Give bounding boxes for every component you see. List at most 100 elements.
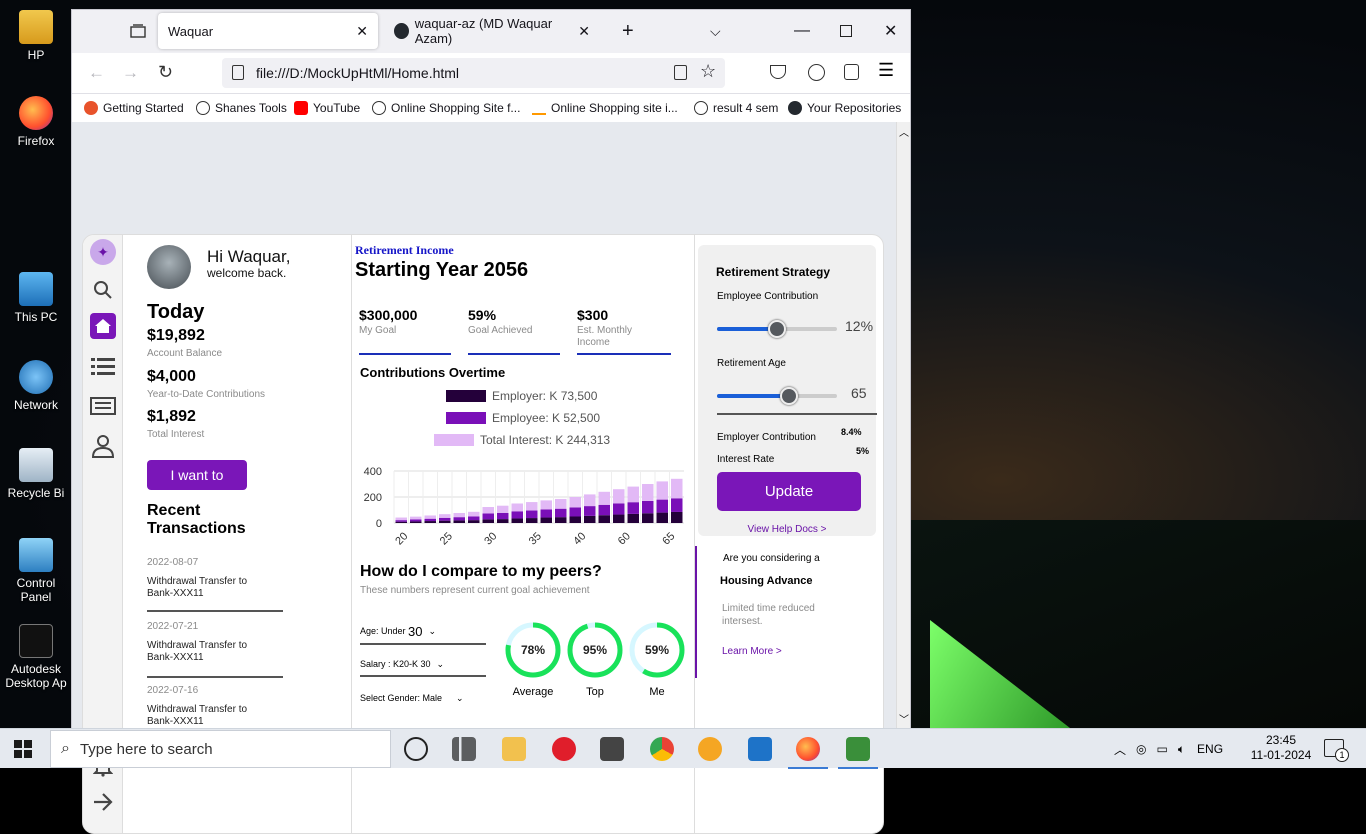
recent-transactions-title: Recent Transactions (147, 502, 246, 537)
gender-select-label: Select Gender: Male (360, 693, 443, 703)
bookmark-repositories[interactable]: Your Repositories (788, 101, 901, 115)
minimize-button[interactable]: — (784, 13, 820, 49)
menu-hamburger-icon[interactable]: ☰ (878, 60, 894, 81)
chart-bar-employee (424, 518, 436, 522)
desktop-icon-hp[interactable]: HP (0, 10, 72, 62)
legend-employee: Employee: K 52,500 (446, 411, 600, 425)
control-panel-icon (19, 538, 53, 572)
windows-start-icon[interactable] (14, 740, 32, 758)
file-explorer-icon[interactable] (502, 737, 526, 761)
desktop-icon-network[interactable]: Network (0, 360, 72, 412)
scroll-down-icon[interactable]: ﹀ (899, 711, 909, 726)
transaction-item[interactable]: 2022-07-21 Withdrawal Transfer to Bank-X… (147, 621, 283, 678)
bookmark-shanes-tools[interactable]: Shanes Tools (196, 101, 287, 115)
maximize-button[interactable] (830, 13, 862, 49)
browser-app-icon[interactable] (698, 737, 722, 761)
volume-icon[interactable]: 🔈︎ (1178, 742, 1185, 757)
clock[interactable]: 23:45 11-01-2024 (1250, 733, 1312, 763)
firefox-taskbar-icon[interactable] (796, 737, 820, 761)
battery-icon[interactable]: ▭ (1157, 742, 1168, 756)
page-scrollbar[interactable]: ︿ ﹀ (896, 122, 910, 728)
language-indicator[interactable]: ENG (1197, 742, 1223, 756)
reader-view-icon[interactable] (674, 65, 687, 80)
clock-time: 23:45 (1265, 733, 1297, 747)
i-want-to-button[interactable]: I want to (147, 460, 247, 490)
newspaper-icon[interactable] (90, 393, 116, 419)
new-tab-button[interactable]: + (612, 13, 644, 49)
extensions-icon[interactable] (844, 64, 859, 80)
learn-more-link[interactable]: Learn More > (722, 646, 782, 657)
close-window-button[interactable]: ✕ (874, 13, 907, 49)
retirement-income-kicker: Retirement Income (355, 243, 454, 257)
arrow-right-icon-svg (94, 793, 113, 811)
pocket-icon[interactable] (770, 65, 786, 79)
view-help-docs-link[interactable]: View Help Docs > (698, 524, 876, 535)
opera-icon[interactable] (552, 737, 576, 761)
task-view-icon[interactable] (452, 737, 476, 761)
store-icon[interactable] (600, 737, 624, 761)
subgreeting-text: welcome back. (207, 266, 287, 280)
account-icon[interactable] (808, 64, 825, 81)
search-icon-svg (94, 281, 112, 299)
transaction-item[interactable]: 2022-08-07 Withdrawal Transfer to Bank-X… (147, 557, 283, 612)
close-tab-icon[interactable]: ✕ (578, 23, 590, 40)
retirement-age-slider[interactable] (717, 387, 837, 405)
task-manager-icon[interactable] (846, 737, 870, 761)
chrome-icon[interactable] (650, 737, 674, 761)
chart-bar-employer (598, 515, 610, 523)
chevron-up-icon[interactable]: ︿ (1114, 741, 1126, 758)
desktop-icon-firefox[interactable]: Firefox (0, 96, 72, 148)
home-icon[interactable] (90, 313, 116, 339)
retirement-age-label: Retirement Age (717, 358, 786, 369)
desktop-icon-this-pc[interactable]: This PC (0, 272, 72, 324)
bookmark-result[interactable]: result 4 sem (694, 101, 778, 115)
user-icon[interactable] (90, 433, 116, 459)
chart-bar-employer (569, 516, 581, 523)
gender-select[interactable]: Select Gender: Male ⌄ (360, 687, 486, 709)
chart-bar-total-interest (671, 478, 683, 499)
close-tab-icon[interactable]: ✕ (356, 23, 368, 40)
home-icon-svg (95, 319, 111, 333)
scroll-up-icon[interactable]: ︿ (899, 124, 909, 139)
windows-logo-svg (14, 740, 32, 758)
forward-button[interactable]: → (122, 63, 139, 83)
salary-select[interactable]: Salary : K20-K 30 ⌄ (360, 653, 486, 677)
reload-button[interactable]: ↻ (158, 62, 173, 83)
bookmark-shopping-f[interactable]: Online Shopping Site f... (372, 101, 520, 115)
bookmark-shopping-i[interactable]: Online Shopping site i... (532, 101, 678, 115)
tab-github[interactable]: waquar-az (MD Waquar Azam) ✕ (384, 13, 600, 49)
taskbar-search[interactable]: ⌕ Type here to search (50, 730, 391, 768)
bookmarks-toolbar: Getting Started Shanes Tools YouTube Onl… (72, 94, 910, 122)
slider-knob[interactable] (768, 320, 786, 338)
age-select[interactable]: Age: Under 30 ⌄ (360, 619, 486, 645)
desktop-icon-label: Autodesk Desktop Ap (5, 662, 67, 690)
search-icon[interactable] (90, 277, 116, 303)
bookmark-getting-started[interactable]: Getting Started (84, 101, 184, 115)
chart-bar-total-interest (642, 484, 654, 501)
logout-arrow-icon[interactable] (90, 789, 116, 815)
update-button[interactable]: Update (717, 472, 861, 511)
tab-list-button[interactable] (120, 13, 156, 49)
desktop-icon-label: HP (27, 48, 45, 62)
back-button[interactable]: ← (88, 63, 105, 83)
employee-contribution-slider[interactable] (717, 320, 837, 338)
tab-waquar[interactable]: Waquar ✕ (158, 13, 378, 49)
desktop-icon-recycle-bin[interactable]: Recycle Bi (0, 448, 72, 500)
notification-center-icon[interactable]: 1 (1324, 739, 1349, 762)
mail-icon[interactable] (748, 737, 772, 761)
slider-knob[interactable] (780, 387, 798, 405)
bookmark-youtube[interactable]: YouTube (294, 101, 360, 115)
butterfly-logo-icon[interactable]: ✦ (90, 239, 116, 265)
age-select-label: Age: Under (360, 626, 406, 636)
list-icon[interactable] (90, 353, 116, 379)
meet-now-icon[interactable]: ◎ (1136, 742, 1146, 756)
tab-overflow-button[interactable]: ⌵ (700, 13, 731, 49)
desktop-icon-autodesk[interactable]: Autodesk Desktop Ap (0, 624, 72, 690)
chart-bar-total-interest (410, 516, 422, 520)
desktop-icon-control-panel[interactable]: Control Panel (0, 538, 72, 604)
url-bar[interactable]: file:///D:/MockUpHtMl/Home.html ☆ (222, 58, 725, 88)
cortana-icon[interactable] (404, 737, 428, 761)
bookmark-star-icon[interactable]: ☆ (700, 61, 716, 82)
donut-value: 59% (645, 643, 669, 657)
chart-bar-total-interest (627, 486, 639, 503)
